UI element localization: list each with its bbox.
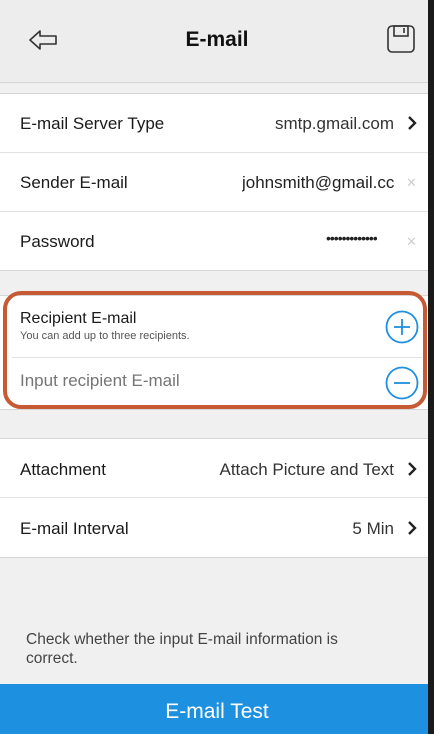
email-interval-row[interactable]: E-mail Interval 5 Min — [0, 498, 434, 557]
server-type-label: E-mail Server Type — [20, 114, 165, 133]
row-separator — [12, 357, 422, 358]
attachment-row[interactable]: Attachment Attach Picture and Text — [0, 439, 434, 497]
header-divider — [0, 82, 434, 83]
add-circle-icon[interactable] — [385, 310, 419, 344]
chevron-right-icon — [408, 521, 417, 535]
sender-email-input[interactable]: johnsmith@gmail.cc — [242, 173, 406, 193]
attachment-value: Attach Picture and Text — [219, 460, 394, 479]
sender-email-row: Sender E-mail johnsmith@gmail.cc ✕ — [0, 153, 434, 211]
password-label: Password — [20, 232, 95, 251]
recipient-subtitle: You can add up to three recipients. — [20, 330, 190, 342]
remove-circle-icon[interactable] — [385, 366, 419, 400]
group-bottom-divider — [0, 270, 434, 271]
attachment-label: Attachment — [20, 460, 106, 479]
email-options-group: Attachment Attach Picture and Text E-mai… — [0, 439, 434, 557]
header-bar: E-mail — [0, 0, 434, 82]
group-bottom-divider — [0, 557, 434, 558]
check-hint-text: Check whether the input E-mail informati… — [26, 631, 338, 667]
screen-edge — [428, 0, 434, 734]
server-type-row[interactable]: E-mail Server Type smtp.gmail.com — [0, 94, 434, 152]
recipient-group: Recipient E-mail You can add up to three… — [0, 296, 434, 409]
server-type-value: smtp.gmail.com — [274, 114, 394, 133]
email-interval-value: 5 Min — [352, 519, 394, 538]
chevron-right-icon — [408, 462, 417, 476]
email-settings-screen: E-mail E-mail Server Type smtp.gmail.com… — [0, 0, 434, 734]
group-bottom-divider — [0, 409, 434, 410]
password-row: Password ••••••••••••• ✕ — [0, 212, 434, 270]
email-test-button[interactable]: E-mail Test — [0, 684, 434, 734]
clear-icon[interactable]: ✕ — [406, 176, 417, 189]
server-settings-group: E-mail Server Type smtp.gmail.com Sender… — [0, 94, 434, 270]
save-icon[interactable] — [386, 24, 416, 54]
email-interval-label: E-mail Interval — [20, 519, 129, 538]
sender-email-label: Sender E-mail — [20, 173, 128, 192]
clear-icon[interactable]: ✕ — [406, 235, 417, 248]
chevron-right-icon — [408, 116, 417, 130]
recipient-email-input[interactable] — [20, 368, 360, 394]
password-input[interactable]: ••••••••••••• — [326, 230, 377, 246]
page-title: E-mail — [185, 28, 249, 51]
recipient-title: Recipient E-mail — [20, 310, 137, 327]
